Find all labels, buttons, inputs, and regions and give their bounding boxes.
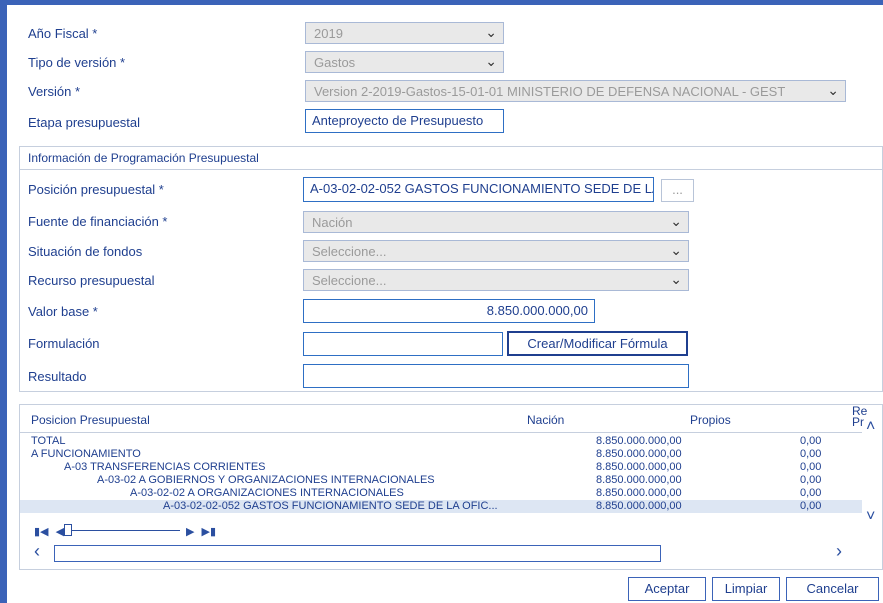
first-page-icon[interactable]: ▮◀ [34, 526, 49, 538]
situacion-label: Situación de fondos [28, 244, 143, 259]
chevron-down-icon: ⌄ [670, 213, 682, 229]
anio-fiscal-value: 2019 [314, 26, 343, 41]
programacion-title: Información de Programación Presupuestal [28, 151, 259, 165]
row-nacion: 8.850.000.000,00 [596, 435, 682, 447]
etapa-label: Etapa presupuestal [28, 115, 141, 130]
limpiar-button[interactable]: Limpiar [712, 577, 780, 601]
anio-fiscal-label: Año Fiscal * [28, 26, 98, 41]
row-nacion: 8.850.000.000,00 [596, 461, 682, 473]
row-propios: 0,00 [800, 474, 822, 486]
window-top-border [7, 0, 883, 5]
grid-header-divider [20, 432, 862, 433]
tipo-version-value: Gastos [314, 55, 356, 70]
resultado-field[interactable] [303, 364, 689, 388]
scroll-up-icon[interactable]: ˄ [866, 418, 875, 436]
scroll-down-icon[interactable]: ˅ [866, 508, 875, 526]
table-row[interactable]: A-03-02 A GOBIERNOS Y ORGANIZACIONES INT… [31, 474, 851, 487]
row-name: A-03-02-02 A ORGANIZACIONES INTERNACIONA… [130, 487, 404, 499]
anio-fiscal-select[interactable]: 2019 ⌄ [305, 22, 504, 44]
tipo-version-label: Tipo de versión * [28, 55, 126, 70]
etapa-field[interactable]: Anteproyecto de Presupuesto [305, 109, 504, 133]
valor-base-label: Valor base * [28, 304, 98, 319]
valor-base-field[interactable]: 8.850.000.000,00 [303, 299, 595, 323]
version-value: Version 2-2019-Gastos-15-01-01 MINISTERI… [314, 84, 786, 99]
version-label: Versión * [28, 84, 81, 99]
row-name: A FUNCIONAMIENTO [31, 448, 141, 460]
table-row[interactable]: A FUNCIONAMIENTO 8.850.000.000,00 0,00 [31, 448, 851, 461]
panel-divider [19, 169, 883, 170]
cancelar-button[interactable]: Cancelar [786, 577, 879, 601]
last-page-icon[interactable]: ▶▮ [202, 526, 217, 538]
posicion-field[interactable]: A-03-02-02-052 GASTOS FUNCIONAMIENTO SED… [303, 177, 654, 202]
chevron-down-icon: ⌄ [670, 271, 682, 287]
fuente-label: Fuente de financiación * [28, 214, 168, 229]
row-nacion: 8.850.000.000,00 [596, 487, 682, 499]
scroll-right-icon[interactable]: › [836, 541, 842, 562]
fuente-select[interactable]: Nación ⌄ [303, 211, 689, 233]
table-row-selected[interactable]: A-03-02-02-052 GASTOS FUNCIONAMIENTO SED… [20, 500, 862, 513]
situacion-select[interactable]: Seleccione... ⌄ [303, 240, 689, 262]
window-left-border [0, 0, 7, 603]
next-page-icon[interactable]: ▶ [186, 526, 194, 538]
formulacion-label: Formulación [28, 336, 100, 351]
pager-slider-thumb[interactable] [64, 524, 72, 536]
pager-slider-track[interactable] [72, 530, 180, 531]
col-header-nacion[interactable]: Nación [527, 413, 564, 427]
row-nacion: 8.850.000.000,00 [596, 448, 682, 460]
resultado-label: Resultado [28, 369, 87, 384]
row-nacion: 8.850.000.000,00 [596, 500, 682, 512]
formulacion-field[interactable] [303, 332, 503, 356]
version-select[interactable]: Version 2-2019-Gastos-15-01-01 MINISTERI… [305, 80, 846, 102]
recurso-placeholder: Seleccione... [312, 273, 387, 288]
table-row[interactable]: A-03-02-02 A ORGANIZACIONES INTERNACIONA… [31, 487, 851, 500]
recurso-select[interactable]: Seleccione... ⌄ [303, 269, 689, 291]
row-propios: 0,00 [800, 500, 822, 512]
row-nacion: 8.850.000.000,00 [596, 474, 682, 486]
row-name: TOTAL [31, 435, 66, 447]
chevron-down-icon: ⌄ [670, 242, 682, 258]
crear-formula-button[interactable]: Crear/Modificar Fórmula [507, 331, 688, 356]
situacion-placeholder: Seleccione... [312, 244, 387, 259]
col-header-propios[interactable]: Propios [690, 413, 731, 427]
pager-next: ▶ ▶▮ [186, 525, 216, 538]
tipo-version-select[interactable]: Gastos ⌄ [305, 51, 504, 73]
row-name: A-03-02 A GOBIERNOS Y ORGANIZACIONES INT… [97, 474, 435, 486]
aceptar-button[interactable]: Aceptar [628, 577, 706, 601]
col-header-posicion[interactable]: Posicion Presupuestal [31, 413, 150, 427]
col-header-extra-bottom: Pr [852, 415, 864, 429]
table-row[interactable]: A-03 TRANSFERENCIAS CORRIENTES 8.850.000… [31, 461, 851, 474]
row-propios: 0,00 [800, 435, 822, 447]
chevron-down-icon: ⌄ [827, 82, 839, 98]
row-propios: 0,00 [800, 487, 822, 499]
posicion-browse-button[interactable]: ... [661, 179, 694, 202]
pager: ▮◀ ◀ [34, 525, 64, 538]
row-propios: 0,00 [800, 448, 822, 460]
recurso-label: Recurso presupuestal [28, 273, 155, 288]
scroll-left-icon[interactable]: ‹ [34, 541, 40, 562]
prev-page-icon[interactable]: ◀ [56, 526, 64, 538]
horizontal-scrollbar[interactable] [54, 545, 661, 562]
row-name: A-03 TRANSFERENCIAS CORRIENTES [64, 461, 266, 473]
row-propios: 0,00 [800, 461, 822, 473]
chevron-down-icon: ⌄ [485, 53, 497, 69]
chevron-down-icon: ⌄ [485, 24, 497, 40]
fuente-value: Nación [312, 215, 353, 230]
posicion-label: Posición presupuestal * [28, 182, 164, 197]
table-row[interactable]: TOTAL 8.850.000.000,00 0,00 [31, 435, 851, 448]
row-name: A-03-02-02-052 GASTOS FUNCIONAMIENTO SED… [163, 500, 498, 512]
